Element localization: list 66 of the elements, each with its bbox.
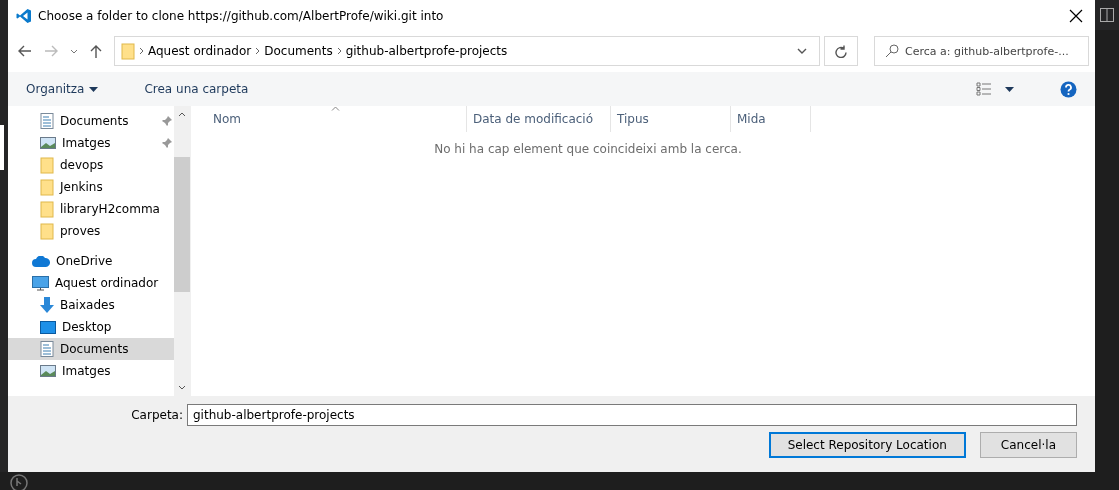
search-field[interactable]: Cerca a: github-albertprofe-... [874, 36, 1089, 66]
app-logo-icon [16, 8, 32, 24]
sidebar-item[interactable]: libraryH2comma [8, 198, 174, 220]
help-icon [1060, 80, 1077, 98]
sidebar-item[interactable]: Aquest ordinador [8, 272, 174, 294]
empty-message: No hi ha cap element que coincideixi amb la cerca. [434, 142, 742, 156]
search-icon [885, 44, 899, 58]
breadcrumb-item[interactable]: Aquest ordinador [144, 44, 256, 58]
sort-caret-icon [331, 106, 340, 111]
folder-icon [40, 178, 54, 196]
column-header[interactable]: Mida [731, 106, 811, 132]
sidebar-item[interactable]: Baixades [8, 294, 174, 316]
sidebar-item[interactable]: Documents [8, 110, 174, 132]
sidebar-item[interactable]: Jenkins [8, 176, 174, 198]
folder-icon [40, 200, 54, 218]
close-icon [1069, 9, 1083, 23]
refresh-button[interactable] [824, 36, 858, 66]
sidebar-item[interactable]: Imatges [8, 132, 174, 154]
chevron-right-icon [139, 47, 144, 55]
activity-indicator [0, 125, 4, 170]
details-view-icon [976, 82, 992, 96]
left-arrow-icon [18, 45, 32, 57]
chevron-right-icon [255, 47, 261, 55]
breadcrumb-item[interactable]: Documents [260, 44, 337, 58]
chevron-down-icon [70, 48, 78, 54]
scroll-down-icon[interactable] [178, 385, 186, 390]
sidebar-item[interactable]: proves [8, 220, 174, 242]
breadcrumb-item[interactable]: github-albertprofe-projects [341, 44, 512, 58]
picture-icon [40, 364, 56, 378]
right-arrow-icon [44, 45, 58, 57]
organize-menu-button[interactable]: Organitza [18, 80, 107, 98]
new-folder-button[interactable]: Crea una carpeta [136, 80, 257, 98]
monitor-icon [32, 275, 49, 291]
window-title: Choose a folder to clone https://github.com/AlbertProfe/wiki.git into [38, 9, 445, 23]
folder-icon [40, 156, 54, 174]
cancel-button[interactable]: Cancel·la [979, 432, 1077, 458]
sidebar-item[interactable]: Desktop [8, 316, 174, 338]
desktop-icon [40, 320, 56, 334]
document-icon [40, 341, 54, 357]
column-header[interactable]: Nom [191, 106, 467, 132]
folder-icon [121, 42, 135, 60]
select-button[interactable]: Select Repository Location [768, 432, 966, 458]
scrollbar[interactable] [174, 106, 190, 396]
sidebar-item[interactable]: Documents [8, 338, 174, 360]
chevron-down-icon [797, 48, 807, 54]
folder-name-field[interactable]: github-albertprofe-projects [187, 404, 1077, 426]
scroll-up-icon[interactable] [178, 112, 186, 117]
cloud-icon [32, 255, 50, 267]
folder-icon [40, 222, 54, 240]
column-header[interactable]: Data de modificació [467, 106, 611, 132]
sidebar-item[interactable]: Imatges [8, 360, 174, 382]
caret-down-icon [89, 86, 99, 92]
caret-down-icon [1005, 86, 1014, 92]
down-arrow-icon [40, 297, 54, 313]
refresh-icon [835, 44, 847, 58]
sidebar-item[interactable]: OneDrive [8, 250, 174, 272]
source-control-icon[interactable] [10, 472, 28, 490]
column-header[interactable]: Tipus [611, 106, 731, 132]
split-editor-icon[interactable] [1100, 8, 1114, 22]
document-icon [40, 113, 54, 129]
picture-icon [40, 136, 56, 150]
field-label: Carpeta: [131, 408, 183, 422]
chevron-right-icon [336, 47, 342, 55]
address-bar[interactable]: Aquest ordinador Documents github-albertprofe-projects [114, 36, 820, 66]
up-arrow-icon [90, 44, 102, 58]
sidebar-item[interactable]: devops [8, 154, 174, 176]
